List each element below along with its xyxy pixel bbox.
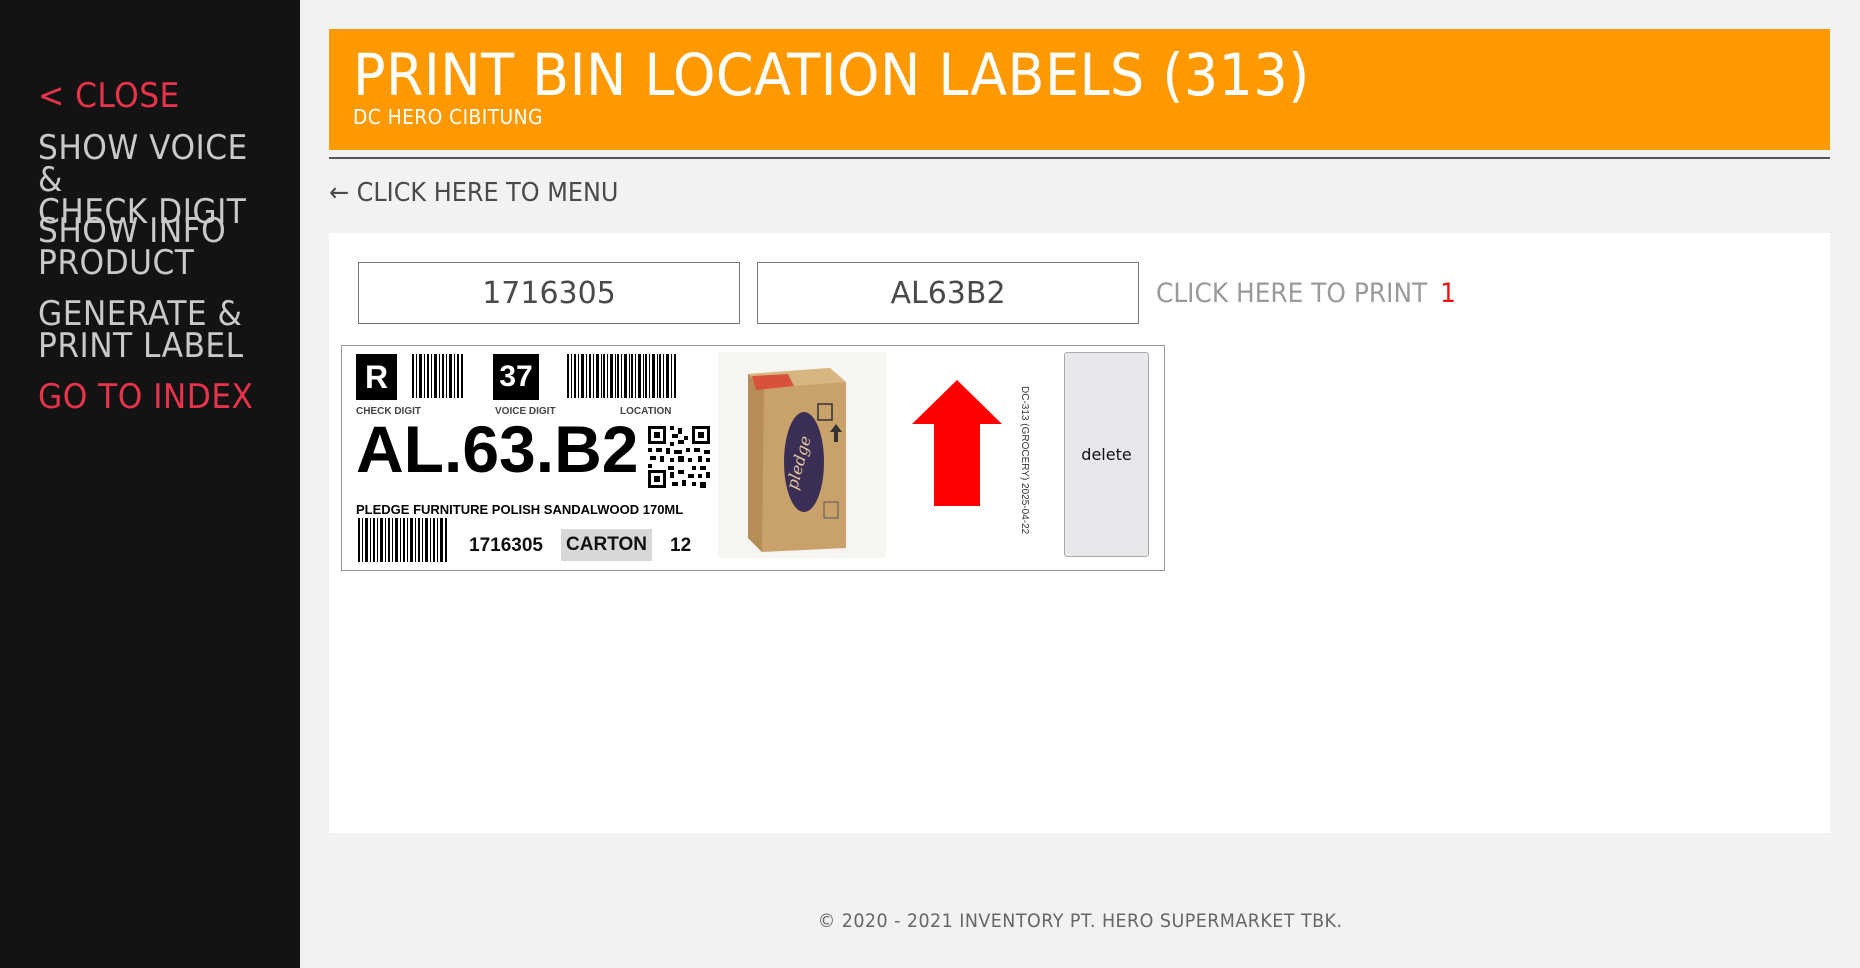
item-barcode bbox=[358, 518, 447, 562]
close-link[interactable]: < CLOSE bbox=[38, 76, 180, 116]
page-title: PRINT BIN LOCATION LABELS (313) bbox=[353, 41, 1310, 109]
item-code-input[interactable] bbox=[358, 262, 740, 324]
location-code: AL.63.B2 bbox=[356, 412, 639, 486]
generate-print-label-link[interactable]: GENERATE & PRINT LABEL bbox=[38, 297, 244, 366]
page-subtitle: DC HERO CIBITUNG bbox=[353, 105, 543, 129]
direction-arrow-icon bbox=[912, 380, 1002, 506]
go-to-index-link[interactable]: GO TO INDEX bbox=[38, 377, 254, 417]
check-digit-barcode bbox=[412, 354, 463, 398]
copyright-text: © 2020 - 2021 INVENTORY PT. HERO SUPERMA… bbox=[817, 910, 1343, 932]
sidebar: < CLOSE SHOW VOICE & CHECK DIGIT SHOW IN… bbox=[0, 0, 300, 968]
main-panel: CLICK HERE TO PRINT 1 R 37 bbox=[329, 233, 1830, 833]
product-image: pledge bbox=[718, 352, 886, 558]
back-to-menu-link[interactable]: ← CLICK HERE TO MENU bbox=[329, 178, 618, 208]
voice-line-1: SHOW VOICE & bbox=[38, 128, 248, 200]
qr-code bbox=[648, 426, 710, 488]
info-line-2: PRODUCT bbox=[38, 243, 195, 283]
uom-badge: CARTON bbox=[561, 529, 652, 561]
page-header: PRINT BIN LOCATION LABELS (313) DC HERO … bbox=[329, 29, 1830, 150]
batch-info-text: DC-313 (GROCERY) 2025-04-22 bbox=[1019, 386, 1030, 535]
pack-quantity: 12 bbox=[670, 535, 692, 556]
label-preview: R 37 CHECK DIGIT VOICE DIGIT LOCATION AL… bbox=[341, 345, 1165, 571]
generate-line-2: PRINT LABEL bbox=[38, 326, 244, 366]
item-code-text: 1716305 bbox=[469, 535, 543, 556]
voice-digit-box: 37 bbox=[493, 354, 539, 400]
index-label: GO TO INDEX bbox=[38, 377, 254, 417]
print-label: CLICK HERE TO PRINT bbox=[1156, 278, 1428, 309]
footer: © 2020 - 2021 INVENTORY PT. HERO SUPERMA… bbox=[0, 910, 1860, 932]
print-link[interactable]: CLICK HERE TO PRINT 1 bbox=[1156, 279, 1456, 309]
location-input[interactable] bbox=[757, 262, 1139, 324]
show-info-product-link[interactable]: SHOW INFO PRODUCT bbox=[38, 214, 226, 283]
header-divider bbox=[329, 157, 1830, 159]
check-digit-box: R bbox=[356, 354, 397, 400]
label-side-text: DC-313 (GROCERY) 2025-04-22 bbox=[1018, 386, 1032, 566]
print-count: 1 bbox=[1440, 278, 1456, 309]
location-barcode bbox=[567, 354, 676, 398]
delete-button[interactable]: delete bbox=[1064, 352, 1149, 557]
product-description: PLEDGE FURNITURE POLISH SANDALWOOD 170ML bbox=[356, 502, 684, 517]
close-label: < CLOSE bbox=[38, 76, 180, 116]
